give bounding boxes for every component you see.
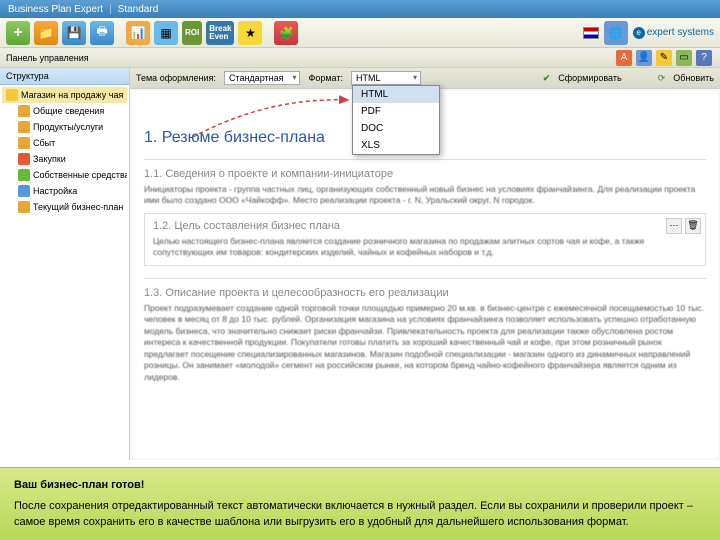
refresh-icon: ⟳ — [658, 73, 666, 84]
section-1-1-text: Инициаторы проекта - группа частных лиц,… — [144, 184, 706, 207]
section-1-3-text: Проект подразумевает создание одной торг… — [144, 303, 706, 383]
tree-item[interactable]: Магазин на продажу чая — [2, 87, 127, 103]
tree-item[interactable]: Настройка — [2, 183, 127, 199]
tree-item-label: Общие сведения — [33, 106, 104, 116]
format-option[interactable]: PDF — [353, 103, 439, 120]
section-more-button[interactable]: ⋯ — [666, 218, 682, 234]
tree-item-label: Сбыт — [33, 138, 55, 148]
format-option[interactable]: XLS — [353, 137, 439, 154]
secondary-toolbar: Панель управления A 👤 ✎ ▭ ? — [0, 48, 720, 68]
section-delete-button[interactable]: 🗑 — [685, 218, 701, 234]
tree-item[interactable]: Общие сведения — [2, 103, 127, 119]
brand-icon: e — [633, 27, 645, 39]
panel-label: Панель управления — [6, 53, 89, 63]
format-select[interactable]: HTML — [351, 71, 421, 85]
heading-1-2: 1.2. Цель составления бизнес плана — [153, 220, 697, 232]
tool-help-icon[interactable]: ? — [696, 50, 712, 66]
heading-1-3: 1.3. Описание проекта и целесообразность… — [144, 278, 706, 299]
tool-edit-icon[interactable]: ✎ — [656, 50, 672, 66]
tree-item[interactable]: Текущий бизнес-план — [2, 199, 127, 215]
tree-item[interactable]: Продукты/услуги — [2, 119, 127, 135]
tree-item-label: Продукты/услуги — [33, 122, 103, 132]
tree-item-label: Настройка — [33, 186, 77, 196]
tool-color-icon[interactable]: A — [616, 50, 632, 66]
tree-item-label: Собственные средства — [33, 170, 127, 180]
titlebar: Business Plan Expert | Standard — [0, 0, 720, 18]
project-tree: Магазин на продажу чая Общие сведения Прод… — [0, 85, 129, 217]
breakeven-button[interactable]: BreakEven — [206, 21, 234, 45]
app-mode: Standard — [118, 4, 159, 15]
tool-doc-icon[interactable]: ▭ — [676, 50, 692, 66]
open-button[interactable]: 📁 — [34, 21, 58, 45]
format-option[interactable]: HTML — [353, 86, 439, 103]
heading-1-1: 1.1. Сведения о проекте и компании-иници… — [144, 159, 706, 180]
footer-title: Ваш бизнес-план готов! — [14, 478, 706, 493]
globe-button[interactable]: 🌐 — [604, 21, 628, 45]
tree-item[interactable]: Собственные средства — [2, 167, 127, 183]
format-dropdown: HTMLPDFDOCXLS — [352, 85, 440, 155]
tree-item-icon — [18, 169, 30, 181]
tree-item-icon — [18, 185, 30, 197]
add-button[interactable]: + — [6, 21, 30, 45]
tree-item-label: Магазин на продажу чая — [21, 90, 123, 100]
table-button[interactable]: ▦ — [154, 21, 178, 45]
tree-item-icon — [18, 153, 30, 165]
sidebar: Структура Магазин на продажу чая Общие св… — [0, 68, 130, 460]
refresh-button[interactable]: Обновить — [673, 73, 714, 83]
tree-item-icon — [18, 137, 30, 149]
format-option[interactable]: DOC — [353, 120, 439, 137]
tree-item-label: Текущий бизнес-план — [33, 202, 123, 212]
tree-item-icon — [18, 201, 30, 213]
tree-item-icon — [6, 89, 18, 101]
theme-select[interactable]: Стандартная — [224, 71, 301, 85]
language-flag-icon[interactable] — [583, 27, 599, 39]
brand-logo: e expert systems — [633, 27, 714, 39]
section-1-2-text: Целью настоящего бизнес-плана является с… — [153, 236, 697, 259]
app-name: Business Plan Expert — [8, 4, 103, 15]
star-button[interactable]: ★ — [238, 21, 262, 45]
hint-arrow-icon — [188, 92, 358, 142]
tree-item-label: Закупки — [33, 154, 66, 164]
sidebar-header: Структура — [0, 68, 129, 85]
roi-button[interactable]: ROI — [182, 21, 202, 45]
print-button[interactable]: 🖶 — [90, 21, 114, 45]
plugin-button[interactable]: 🧩 — [274, 21, 298, 45]
chart-button[interactable]: 📊 — [126, 21, 150, 45]
generate-button[interactable]: Сформировать — [558, 73, 621, 83]
tree-item[interactable]: Сбыт — [2, 135, 127, 151]
section-1-2: ⋯ 🗑 1.2. Цель составления бизнес плана Ц… — [144, 213, 706, 266]
main-toolbar: + 📁 💾 🖶 📊 ▦ ROI BreakEven ★ 🧩 🌐 e expert… — [0, 18, 720, 48]
save-button[interactable]: 💾 — [62, 21, 86, 45]
hint-footer: Ваш бизнес-план готов! После сохранения … — [0, 467, 720, 540]
tool-user-icon[interactable]: 👤 — [636, 50, 652, 66]
tree-item-icon — [18, 105, 30, 117]
tree-item-icon — [18, 121, 30, 133]
footer-body: После сохранения отредактированный текст… — [14, 499, 706, 530]
tree-item[interactable]: Закупки — [2, 151, 127, 167]
check-icon: ✔ — [543, 73, 551, 84]
